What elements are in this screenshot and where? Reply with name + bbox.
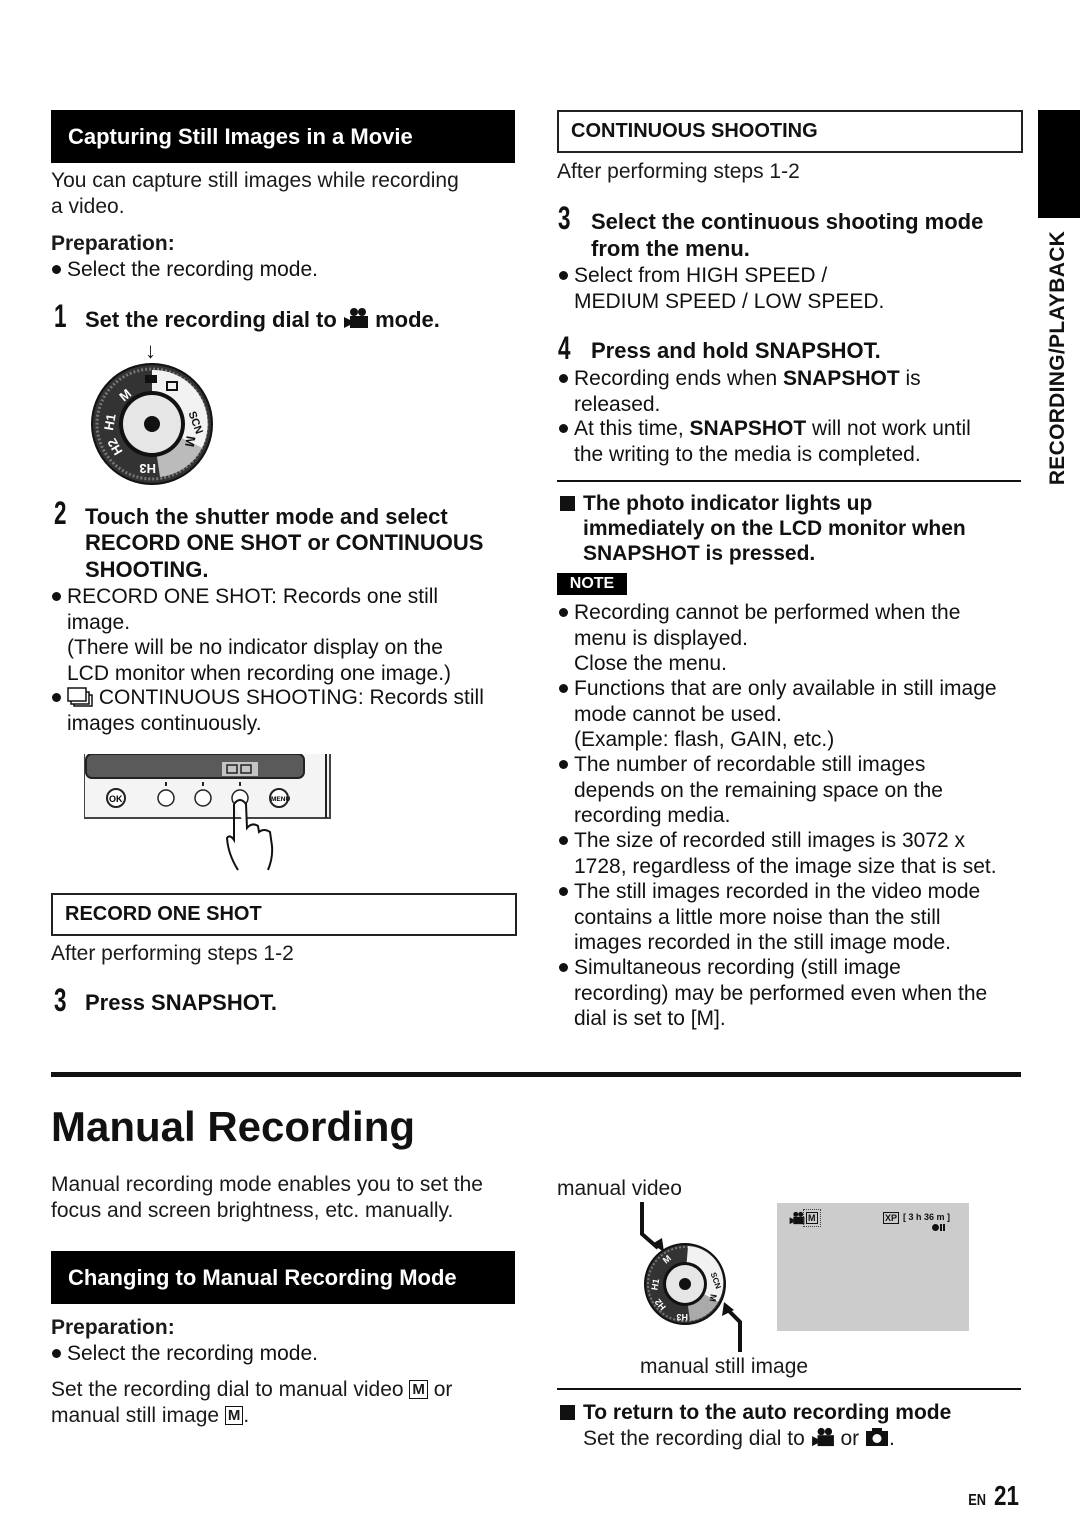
note-3: The number of recordable still images dep… — [559, 753, 943, 827]
step-1-text: Set the recording dial to mode. — [85, 307, 440, 334]
return-auto-text: Set the recording dial to or . — [583, 1427, 895, 1450]
step-2-line-2: RECORD ONE SHOT or CONTINUOUS — [85, 530, 484, 555]
record-standby-icon — [932, 1224, 945, 1231]
divider-right-2 — [557, 1388, 1021, 1390]
square-bullet-icon — [560, 1405, 575, 1420]
one-shot-step-3-text: Press SNAPSHOT. — [85, 990, 277, 1015]
step-2-bullet-2: CONTINUOUS SHOOTING: Records still image… — [52, 686, 484, 735]
continuous-after: After performing steps 1-2 — [557, 160, 800, 183]
manual-intro-line-1: Manual recording mode enables you to set… — [51, 1173, 483, 1196]
section-title-capturing: Capturing Still Images in a Movie — [51, 110, 515, 163]
major-divider — [51, 1072, 1021, 1077]
manual-video-mode-icon: M — [409, 1380, 428, 1399]
step-1-number: 1 — [54, 298, 67, 334]
step-2-line-3: SHOOTING. — [85, 557, 209, 582]
step-1-after: mode. — [375, 307, 440, 332]
note-badge: NOTE — [557, 573, 627, 595]
step-2-line-1: Touch the shutter mode and select — [85, 504, 448, 529]
step-1-before: Set the recording dial to — [85, 307, 337, 332]
continuous-step-3-line-1: Select the continuous shooting mode — [591, 209, 984, 234]
continuous-step-4-number: 4 — [558, 330, 571, 366]
camera-lcd-panel-illustration: OK MENU — [84, 754, 331, 871]
remaining-time-indicator: [ 3 h 36 m ] — [903, 1212, 951, 1222]
side-tab-block — [1038, 110, 1080, 218]
video-camera-icon — [811, 1427, 834, 1447]
continuous-step-4-bullet-1: Recording ends when SNAPSHOT is released… — [559, 367, 921, 416]
divider-right-1 — [557, 480, 1021, 482]
return-auto-title: To return to the auto recording mode — [560, 1400, 951, 1425]
manual-dial-illustration: SCN M M H1 H2 H3 — [640, 1202, 742, 1352]
continuous-step-3-line-2: from the menu. — [591, 236, 750, 261]
manual-instruction: Set the recording dial to manual video M… — [51, 1378, 453, 1427]
manual-still-mode-icon: M — [224, 1405, 244, 1425]
manual-mode-indicator: M — [789, 1209, 821, 1227]
note-5: The still images recorded in the video m… — [558, 880, 981, 954]
continuous-shooting-header: CONTINUOUS SHOOTING — [557, 110, 1023, 153]
svg-text:H1: H1 — [101, 412, 119, 431]
note-1: Recording cannot be performed when the me… — [558, 601, 961, 675]
continuous-step-3-number: 3 — [558, 200, 571, 236]
side-tab-label: RECORDING/PLAYBACK — [1046, 230, 1069, 486]
quality-indicator: XP — [883, 1212, 900, 1224]
record-one-shot-header: RECORD ONE SHOT — [51, 893, 517, 936]
lcd-screen-illustration: M XP [ 3 h 36 m ] — [777, 1203, 969, 1331]
recording-dial-illustration: M H1 H2 H3 SCN M — [91, 363, 213, 485]
page-number: EN 21 — [968, 1480, 1020, 1511]
note-2: Functions that are only available in sti… — [559, 677, 997, 751]
svg-text:H3: H3 — [676, 1312, 688, 1322]
manual-preparation-label: Preparation: — [51, 1316, 175, 1339]
record-one-shot-after: After performing steps 1-2 — [51, 942, 294, 965]
manual-recording-title: Manual Recording — [51, 1103, 416, 1150]
one-shot-step-3-number: 3 — [54, 982, 67, 1018]
preparation-item: Select the recording mode. — [52, 258, 318, 281]
continuous-step-4-bullet-2: At this time, SNAPSHOT will not work unt… — [559, 417, 971, 466]
svg-text:H1: H1 — [649, 1278, 661, 1291]
photo-indicator-note: The photo indicator lights up immediatel… — [560, 491, 966, 566]
section-title-changing: Changing to Manual Recording Mode — [51, 1251, 515, 1304]
note-4: The size of recorded still images is 307… — [559, 829, 997, 878]
note-6: Simultaneous recording (still image recor… — [558, 956, 988, 1030]
down-arrow-icon: ↓ — [145, 338, 156, 363]
continuous-step-4-text: Press and hold SNAPSHOT. — [591, 338, 881, 363]
still-camera-icon — [866, 1428, 889, 1446]
square-bullet-icon — [560, 496, 575, 511]
continuous-step-3-bullet: Select from HIGH SPEED / MEDIUM SPEED / … — [558, 264, 885, 313]
video-camera-icon — [343, 308, 368, 328]
manual-intro-line-2: focus and screen brightness, etc. manual… — [51, 1199, 454, 1222]
preparation-label: Preparation: — [51, 232, 175, 255]
video-camera-icon — [789, 1211, 805, 1225]
svg-text:OK: OK — [109, 794, 123, 804]
manual-preparation-item: Select the recording mode. — [52, 1342, 318, 1365]
svg-text:MENU: MENU — [271, 796, 290, 803]
svg-text:H3: H3 — [139, 461, 156, 476]
intro-line-2: a video. — [51, 195, 125, 218]
continuous-shooting-icon — [67, 687, 93, 707]
intro-line-1: You can capture still images while recor… — [51, 169, 459, 192]
step-2-bullet-1: RECORD ONE SHOT: Records one still image… — [51, 585, 452, 685]
step-2-number: 2 — [54, 495, 67, 531]
